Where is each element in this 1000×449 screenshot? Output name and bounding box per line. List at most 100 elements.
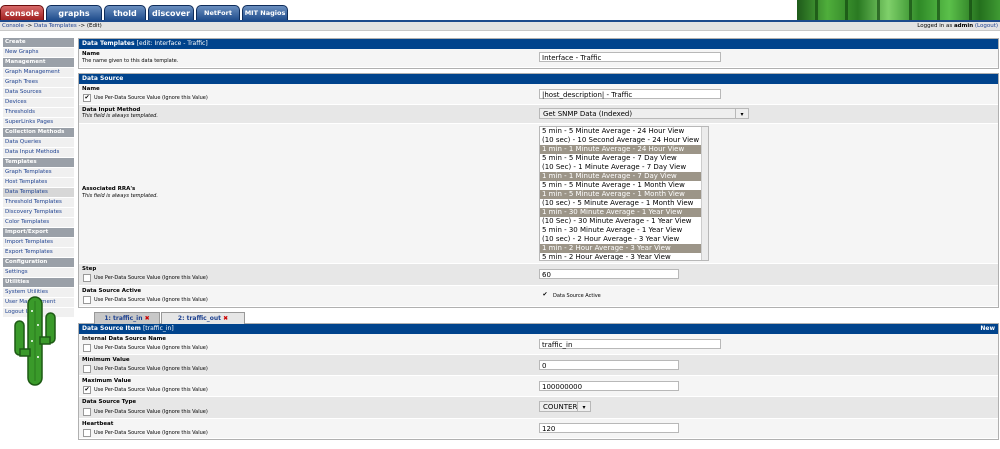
- per-ds-checkbox[interactable]: [83, 274, 91, 282]
- rra-option[interactable]: (10 Sec) - 30 Minute Average - 1 Year Vi…: [540, 217, 708, 226]
- select-value: Get SNMP Data (Indexed): [543, 110, 633, 118]
- tab-discover[interactable]: discover: [148, 5, 194, 21]
- checkbox-label: Use Per-Data Source Value (Ignore this V…: [94, 387, 208, 393]
- tab-console[interactable]: console: [0, 5, 44, 21]
- rra-option[interactable]: 1 min - 30 Minute Average - 1 Year View: [540, 208, 708, 217]
- ds-active-checkbox[interactable]: ✔: [542, 292, 548, 298]
- panel-title: Data Templates: [82, 40, 135, 47]
- tab-traffic-in[interactable]: 1: traffic_in ✖: [94, 312, 160, 324]
- field-label: Data Source Type: [82, 399, 137, 405]
- sidebar-item-new-graphs[interactable]: New Graphs: [3, 48, 74, 58]
- max-value-input[interactable]: 100000000: [539, 381, 679, 391]
- sidebar-heading-collection-methods: Collection Methods: [3, 128, 74, 138]
- sidebar-item-data-templates[interactable]: Data Templates: [3, 188, 74, 198]
- sidebar-item-color-templates[interactable]: Color Templates: [3, 218, 74, 228]
- field-description: This field is always templated.: [82, 193, 158, 199]
- checkbox-label: Use Per-Data Source Value (Ignore this V…: [94, 430, 208, 436]
- rra-option[interactable]: 5 min - 5 Minute Average - 1 Month View: [540, 181, 708, 190]
- step-row: Step Use Per-Data Source Value (Ignore t…: [79, 264, 998, 286]
- min-value-row: Minimum Value Use Per-Data Source Value …: [79, 355, 998, 376]
- per-ds-checkbox[interactable]: ✔: [83, 94, 91, 102]
- sidebar-item-superlinks-pages[interactable]: SuperLinks Pages: [3, 118, 74, 128]
- rra-listbox[interactable]: 5 min - 5 Minute Average - 24 Hour View(…: [539, 126, 709, 261]
- breadcrumb-sep: ->: [76, 23, 87, 29]
- sidebar-heading-create: Create: [3, 38, 74, 48]
- new-item-link[interactable]: New: [980, 324, 995, 334]
- tab-label: 2: traffic_out: [177, 315, 221, 322]
- rra-option[interactable]: 5 min - 5 Minute Average - 7 Day View: [540, 154, 708, 163]
- sidebar-item-discovery-templates[interactable]: Discovery Templates: [3, 208, 74, 218]
- sidebar-item-graph-trees[interactable]: Graph Trees: [3, 78, 74, 88]
- breadcrumb: Console -> Data Templates -> (Edit): [2, 22, 102, 30]
- sidebar-item-graph-templates[interactable]: Graph Templates: [3, 168, 74, 178]
- sidebar-item-thresholds[interactable]: Thresholds: [3, 108, 74, 118]
- sidebar-item-data-queries[interactable]: Data Queries: [3, 138, 74, 148]
- field-label: Name: [82, 51, 100, 57]
- sidebar-item-graph-management[interactable]: Graph Management: [3, 68, 74, 78]
- rra-option[interactable]: (10 sec) - 2 Hour Average - 3 Year View: [540, 235, 708, 244]
- ds-type-select[interactable]: COUNTER ▾: [539, 401, 591, 412]
- logout-link[interactable]: (Logout): [975, 23, 998, 29]
- rra-option[interactable]: 5 min - 30 Minute Average - 1 Year View: [540, 226, 708, 235]
- sidebar-item-host-templates[interactable]: Host Templates: [3, 178, 74, 188]
- chevron-down-icon: ▾: [577, 402, 590, 411]
- rra-option[interactable]: (10 Sec) - 1 Minute Average - 7 Day View: [540, 163, 708, 172]
- panel-title: Data Source: [82, 75, 124, 82]
- per-ds-checkbox[interactable]: [83, 296, 91, 304]
- tab-thold[interactable]: thold: [104, 5, 146, 21]
- ds-name-input[interactable]: |host_description| - Traffic: [539, 89, 721, 99]
- field-label: Associated RRA's: [82, 186, 136, 192]
- field-label: Minimum Value: [82, 357, 130, 363]
- per-ds-checkbox[interactable]: [83, 408, 91, 416]
- sidebar-item-export-templates[interactable]: Export Templates: [3, 248, 74, 258]
- breadcrumb-data-templates[interactable]: Data Templates: [34, 23, 77, 29]
- sidebar-item-settings[interactable]: Settings: [3, 268, 74, 278]
- rra-option[interactable]: 5 min - 2 Hour Average - 3 Year View: [540, 253, 708, 260]
- breadcrumb-current: (Edit): [86, 23, 102, 29]
- sidebar-item-devices[interactable]: Devices: [3, 98, 74, 108]
- ds-type-row: Data Source Type Use Per-Data Source Val…: [79, 397, 998, 419]
- sidebar-item-data-sources[interactable]: Data Sources: [3, 88, 74, 98]
- data-input-method-select[interactable]: Get SNMP Data (Indexed) ▾: [539, 108, 749, 119]
- rra-option[interactable]: 1 min - 1 Minute Average - 7 Day View: [540, 172, 708, 181]
- sidebar-item-data-input-methods[interactable]: Data Input Methods: [3, 148, 74, 158]
- step-input[interactable]: 60: [539, 269, 679, 279]
- data-input-method-row: Data Input Method This field is always t…: [79, 105, 998, 124]
- per-ds-checkbox[interactable]: [83, 429, 91, 437]
- breadcrumb-console[interactable]: Console: [2, 23, 24, 29]
- rra-option[interactable]: (10 sec) - 5 Minute Average - 1 Month Vi…: [540, 199, 708, 208]
- sidebar-heading-management: Management: [3, 58, 74, 68]
- chevron-down-icon: ▾: [735, 109, 748, 118]
- per-ds-checkbox[interactable]: [83, 344, 91, 352]
- rra-option[interactable]: 1 min - 5 Minute Average - 1 Month View: [540, 190, 708, 199]
- rra-option[interactable]: 1 min - 2 Hour Average - 3 Year View: [540, 244, 708, 253]
- sidebar-item-threshold-templates[interactable]: Threshold Templates: [3, 198, 74, 208]
- delete-icon[interactable]: ✖: [223, 315, 228, 322]
- min-value-input[interactable]: 0: [539, 360, 679, 370]
- template-name-input[interactable]: Interface - Traffic: [539, 52, 721, 62]
- tab-netfort[interactable]: NetFort: [196, 5, 240, 21]
- tab-graphs[interactable]: graphs: [46, 5, 102, 21]
- rra-option[interactable]: 5 min - 5 Minute Average - 24 Hour View: [540, 127, 708, 136]
- rra-row: Associated RRA's This field is always te…: [79, 124, 998, 264]
- sidebar-item-import-templates[interactable]: Import Templates: [3, 238, 74, 248]
- per-ds-checkbox[interactable]: [83, 365, 91, 373]
- main-content: Data Templates [edit: Interface - Traffi…: [78, 38, 999, 443]
- rra-option[interactable]: (10 sec) - 10 Second Average - 24 Hour V…: [540, 136, 708, 145]
- panel-header: Data Source: [79, 74, 998, 84]
- tab-label: 1: traffic_in: [104, 315, 143, 322]
- internal-name-input[interactable]: traffic_in: [539, 339, 721, 349]
- top-navigation: console graphs thold discover NetFort MI…: [0, 0, 1000, 22]
- rra-option[interactable]: 1 min - 1 Minute Average - 24 Hour View: [540, 145, 708, 154]
- tab-traffic-out[interactable]: 2: traffic_out ✖: [161, 312, 245, 324]
- breadcrumb-sep: ->: [23, 23, 34, 29]
- sidebar-heading-templates: Templates: [3, 158, 74, 168]
- per-ds-checkbox[interactable]: ✔: [83, 386, 91, 394]
- max-value-row: Maximum Value ✔ Use Per-Data Source Valu…: [79, 376, 998, 397]
- delete-icon[interactable]: ✖: [145, 315, 150, 322]
- tab-mit-nagios[interactable]: MIT Nagios: [242, 5, 288, 21]
- sidebar-heading-configuration: Configuration: [3, 258, 74, 268]
- listbox-scrollbar[interactable]: [701, 127, 708, 260]
- heartbeat-input[interactable]: 120: [539, 423, 679, 433]
- data-templates-panel: Data Templates [edit: Interface - Traffi…: [78, 38, 999, 69]
